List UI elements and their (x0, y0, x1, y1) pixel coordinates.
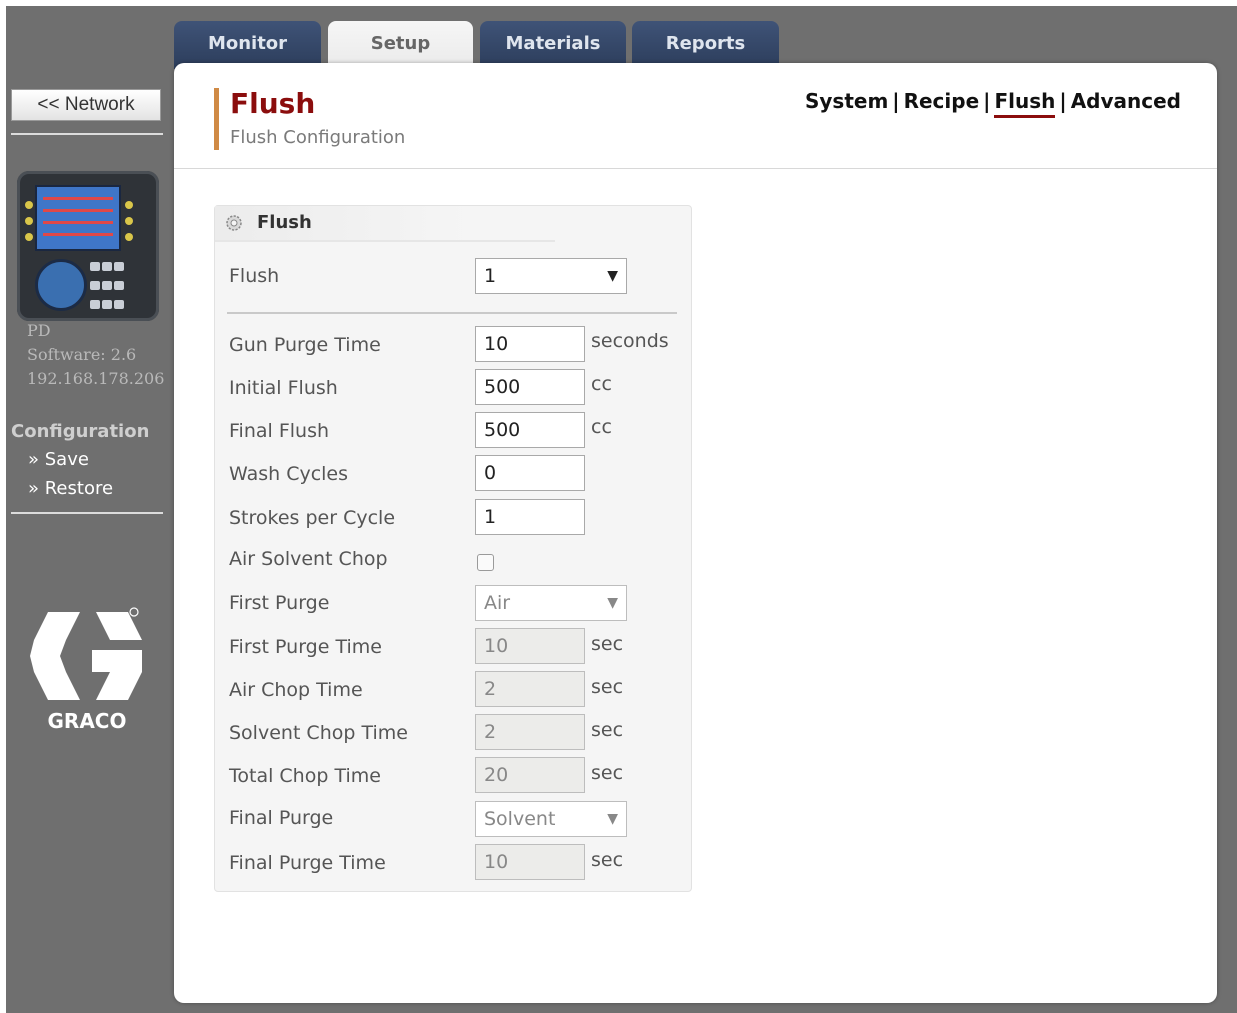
subnav-flush[interactable]: Flush (994, 89, 1056, 118)
flush-select-label: Flush (229, 265, 280, 287)
header-divider (174, 168, 1217, 169)
total-chop-time-input[interactable]: 20 (475, 757, 585, 793)
solvent-chop-time-input[interactable]: 2 (475, 714, 585, 750)
first-purge-time-unit: sec (591, 633, 624, 655)
gun-purge-time-label: Gun Purge Time (229, 334, 381, 356)
flush-box-title: Flush (257, 212, 312, 233)
page-title: Flush (230, 87, 316, 120)
wash-cycles-label: Wash Cycles (229, 463, 349, 485)
solvent-chop-time-unit: sec (591, 719, 624, 741)
wash-cycles-input[interactable]: 0 (475, 455, 585, 491)
subnav-separator: | (1059, 89, 1067, 113)
device-ip: 192.168.178.206 (27, 369, 165, 388)
final-purge-time-input[interactable]: 10 (475, 844, 585, 880)
final-flush-unit: cc (591, 416, 612, 438)
flush-settings-box: Flush Flush 1 ▼ Gun Purge Time 10 second… (214, 205, 692, 892)
title-accent-bar (214, 88, 219, 150)
gun-purge-time-input[interactable]: 10 (475, 326, 585, 362)
sidebar-divider (11, 133, 163, 135)
graco-logo: GRACO (30, 607, 142, 731)
final-purge-select[interactable]: Solvent ▼ (475, 801, 627, 837)
first-purge-time-input[interactable]: 10 (475, 628, 585, 664)
setup-subnav: System | Recipe | Flush | Advanced (805, 89, 1181, 118)
flush-number-value: 1 (484, 265, 497, 287)
gear-icon (226, 215, 242, 231)
gun-purge-time-unit: seconds (591, 330, 669, 352)
total-chop-time-unit: sec (591, 762, 624, 784)
air-chop-time-label: Air Chop Time (229, 679, 363, 701)
tab-reports[interactable]: Reports (632, 21, 779, 69)
solvent-chop-time-label: Solvent Chop Time (229, 722, 408, 744)
device-keys (89, 257, 129, 309)
subnav-separator: | (983, 89, 991, 113)
subnav-separator: | (892, 89, 900, 113)
air-chop-time-unit: sec (591, 676, 624, 698)
sidebar-divider-bottom (11, 512, 163, 514)
initial-flush-input[interactable]: 500 (475, 369, 585, 405)
flush-box-header: Flush (215, 206, 555, 242)
first-purge-select[interactable]: Air ▼ (475, 585, 627, 621)
page-subtitle: Flush Configuration (230, 127, 406, 148)
final-purge-time-label: Final Purge Time (229, 852, 386, 874)
configuration-heading: Configuration (11, 421, 150, 442)
tab-monitor[interactable]: Monitor (174, 21, 321, 69)
flush-number-select[interactable]: 1 ▼ (475, 258, 627, 294)
save-link[interactable]: » Save (28, 449, 89, 470)
dropdown-arrow-icon: ▼ (607, 268, 618, 284)
device-keypad-dial (35, 259, 87, 311)
first-purge-label: First Purge (229, 592, 330, 614)
strokes-per-cycle-label: Strokes per Cycle (229, 507, 396, 529)
content-panel: Flush Flush Configuration System | Recipe |… (174, 63, 1217, 1003)
device-software: Software: 2.6 (27, 345, 137, 364)
initial-flush-label: Initial Flush (229, 377, 338, 399)
final-flush-label: Final Flush (229, 420, 330, 442)
first-purge-value: Air (484, 592, 511, 614)
final-purge-label: Final Purge (229, 807, 334, 829)
air-solvent-chop-checkbox[interactable] (477, 554, 494, 571)
app-frame: Monitor Setup Materials Reports << Netwo… (6, 6, 1237, 1013)
total-chop-time-label: Total Chop Time (229, 765, 381, 787)
device-name: PD (27, 321, 51, 340)
device-image (17, 171, 159, 321)
final-purge-value: Solvent (484, 808, 556, 830)
graco-logo-text: GRACO (48, 709, 127, 731)
first-purge-time-label: First Purge Time (229, 636, 382, 658)
final-purge-time-unit: sec (591, 849, 624, 871)
dropdown-arrow-icon: ▼ (607, 811, 618, 827)
subnav-system[interactable]: System (805, 89, 888, 113)
air-solvent-chop-label: Air Solvent Chop (229, 548, 388, 570)
air-chop-time-input[interactable]: 2 (475, 671, 585, 707)
subnav-recipe[interactable]: Recipe (904, 89, 980, 113)
device-screen (35, 185, 121, 251)
final-flush-input[interactable]: 500 (475, 412, 585, 448)
dropdown-arrow-icon: ▼ (607, 595, 618, 611)
subnav-advanced[interactable]: Advanced (1071, 89, 1181, 113)
strokes-per-cycle-input[interactable]: 1 (475, 499, 585, 535)
initial-flush-unit: cc (591, 373, 612, 395)
network-back-button[interactable]: << Network (11, 89, 161, 121)
flush-box-divider (227, 312, 677, 314)
tab-materials[interactable]: Materials (480, 21, 626, 69)
restore-link[interactable]: » Restore (28, 478, 113, 499)
